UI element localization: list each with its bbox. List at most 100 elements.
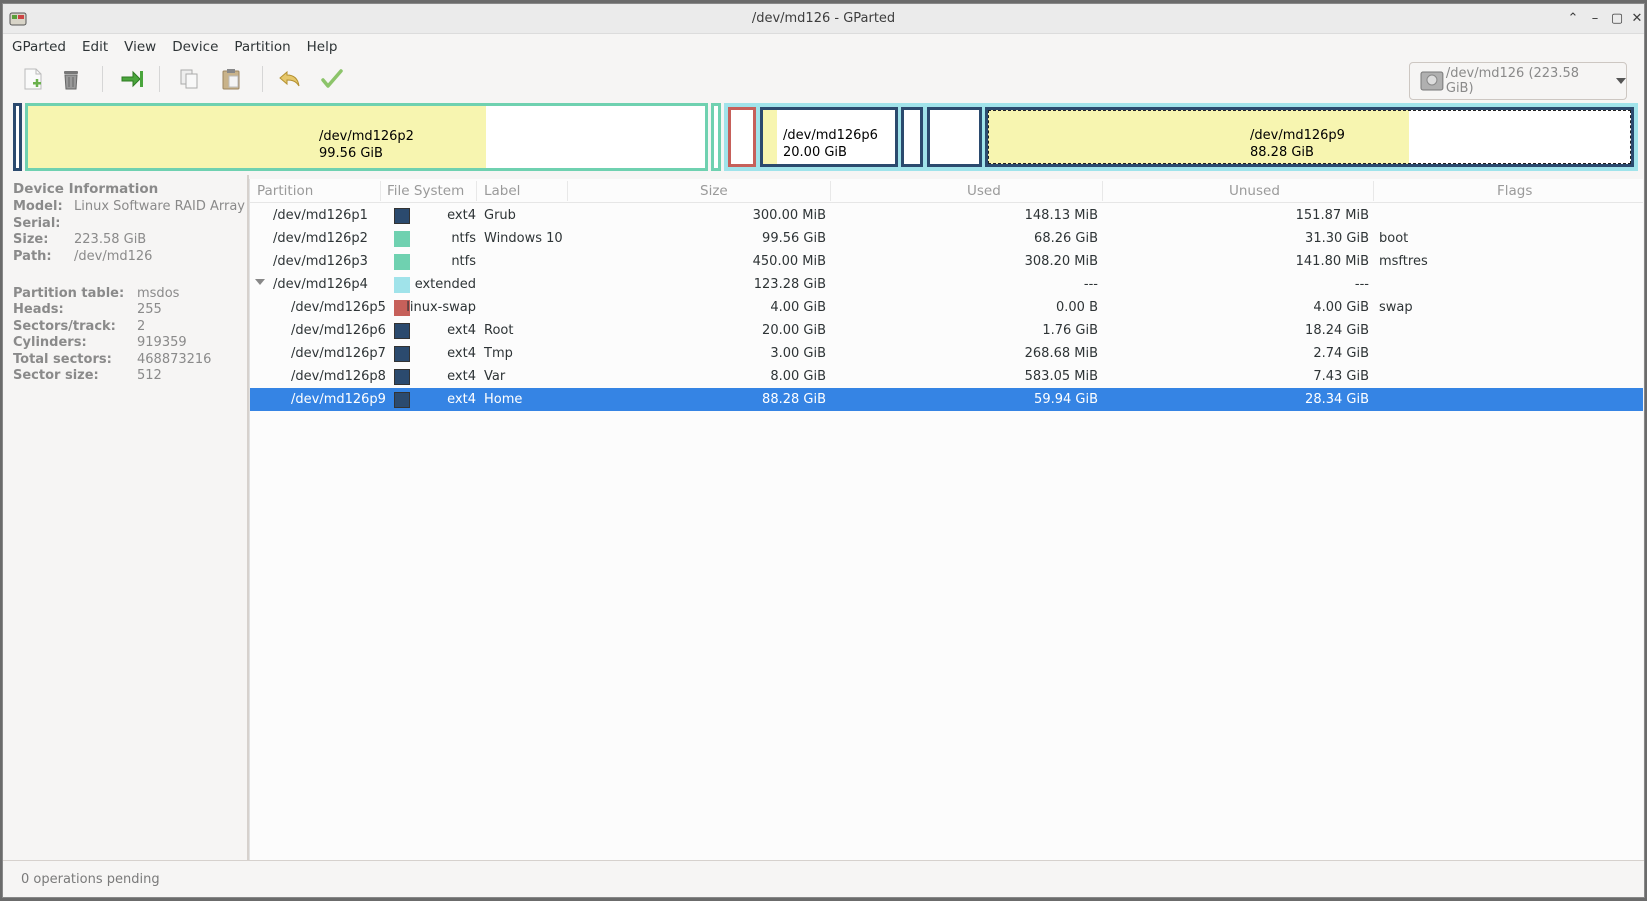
chevron-up-icon[interactable]: ⌃ <box>1564 10 1582 28</box>
resize-move-icon <box>121 70 143 88</box>
cell-size: 88.28 GiB <box>762 392 826 407</box>
sector-size-label: Sector size: <box>13 368 99 383</box>
cell-flags: boot <box>1379 231 1409 246</box>
undo-button[interactable] <box>274 64 306 94</box>
cell-size: 3.00 GiB <box>770 346 826 361</box>
cell-partition: /dev/md126p7 <box>291 346 386 361</box>
header-divider <box>476 181 477 201</box>
used-space-fill <box>28 106 486 168</box>
total-sectors-label: Total sectors: <box>13 352 112 367</box>
cell-partition: /dev/md126p1 <box>273 208 368 223</box>
header-size[interactable]: Size <box>700 183 728 199</box>
cell-file-system: ext4 <box>447 323 476 338</box>
partition-table: Partition File System Label Size Used Un… <box>249 179 1643 860</box>
cell-used: 308.20 MiB <box>1024 254 1098 269</box>
header-unused[interactable]: Unused <box>1229 183 1280 199</box>
cell-file-system: linux-swap <box>406 300 476 315</box>
delete-icon <box>64 71 78 90</box>
partition-table-label: Partition table: <box>13 286 125 301</box>
fs-color-swatch <box>394 231 410 247</box>
partition-map-p4-extended[interactable]: /dev/md126p6 20.00 GiB /dev/md126p9 88.2… <box>724 103 1638 171</box>
table-row[interactable]: /dev/md126p2 ntfs Windows 10 99.56 GiB 6… <box>250 227 1643 250</box>
table-row[interactable]: /dev/md126p1 ext4 Grub 300.00 MiB 148.13… <box>250 204 1643 227</box>
cell-label: Root <box>484 323 514 338</box>
table-row[interactable]: /dev/md126p7 ext4 Tmp 3.00 GiB 268.68 Mi… <box>250 342 1643 365</box>
table-row[interactable]: /dev/md126p5 linux-swap 4.00 GiB 0.00 B … <box>250 296 1643 319</box>
cylinders-label: Cylinders: <box>13 335 87 350</box>
header-divider <box>380 181 381 201</box>
cell-label: Tmp <box>484 346 513 361</box>
partition-map-p1[interactable] <box>13 103 22 171</box>
cell-partition: /dev/md126p8 <box>291 369 386 384</box>
partition-map-p5[interactable] <box>728 107 756 167</box>
table-row-selected[interactable]: /dev/md126p9 ext4 Home 88.28 GiB 59.94 G… <box>250 388 1643 411</box>
cell-file-system: ext4 <box>447 392 476 407</box>
header-flags[interactable]: Flags <box>1497 183 1532 199</box>
header-partition[interactable]: Partition <box>257 183 313 199</box>
partition-map-p2[interactable]: /dev/md126p2 99.56 GiB <box>25 103 708 171</box>
device-selector[interactable]: /dev/md126 (223.58 GiB) <box>1409 62 1627 100</box>
menu-edit[interactable]: Edit <box>77 39 113 55</box>
close-icon[interactable]: ✕ <box>1628 10 1644 28</box>
partition-map-p7[interactable] <box>901 107 923 167</box>
partition-map-p9[interactable]: /dev/md126p9 88.28 GiB <box>985 107 1634 167</box>
cell-size: 300.00 MiB <box>752 208 826 223</box>
cell-used: 68.26 GiB <box>1034 231 1098 246</box>
delete-partition-button[interactable] <box>55 64 87 94</box>
table-row[interactable]: /dev/md126p8 ext4 Var 8.00 GiB 583.05 Mi… <box>250 365 1643 388</box>
device-selector-label: /dev/md126 (223.58 GiB) <box>1445 66 1579 96</box>
partition-map-p8[interactable] <box>927 107 982 167</box>
title-bar: /dev/md126 - GParted ⌃ – ▢ ✕ <box>3 4 1644 34</box>
cell-label: Grub <box>484 208 516 223</box>
status-bar: 0 operations pending <box>3 860 1644 897</box>
paste-button[interactable] <box>215 64 247 94</box>
cylinders-value: 919359 <box>137 335 187 350</box>
minimize-icon[interactable]: – <box>1586 10 1604 28</box>
cell-partition: /dev/md126p5 <box>291 300 386 315</box>
menu-device[interactable]: Device <box>167 39 223 55</box>
resize-move-button[interactable] <box>116 64 148 94</box>
apply-button[interactable] <box>316 64 348 94</box>
cell-file-system: ext4 <box>447 346 476 361</box>
undo-icon <box>279 70 300 87</box>
cell-file-system: extended <box>414 277 476 292</box>
partition-map-p3[interactable] <box>711 103 721 171</box>
cell-used: 583.05 MiB <box>1024 369 1098 384</box>
status-text: 0 operations pending <box>21 872 160 887</box>
table-header: Partition File System Label Size Used Un… <box>250 179 1643 203</box>
copy-button[interactable] <box>173 64 205 94</box>
header-label[interactable]: Label <box>484 183 520 199</box>
maximize-icon[interactable]: ▢ <box>1608 10 1626 28</box>
cell-unused: 141.80 MiB <box>1295 254 1369 269</box>
header-file-system[interactable]: File System <box>387 183 464 199</box>
expander-arrow-icon[interactable] <box>255 279 265 285</box>
cell-used: 268.68 MiB <box>1024 346 1098 361</box>
partition-map-p6[interactable]: /dev/md126p6 20.00 GiB <box>760 107 898 167</box>
menu-partition[interactable]: Partition <box>229 39 295 55</box>
fs-color-swatch <box>394 392 410 408</box>
header-divider <box>830 181 831 201</box>
cell-partition: /dev/md126p4 <box>273 277 368 292</box>
cell-unused: --- <box>1354 277 1369 292</box>
partition-table-value: msdos <box>137 286 180 301</box>
total-sectors-value: 468873216 <box>137 352 212 367</box>
menu-view[interactable]: View <box>119 39 161 55</box>
cell-unused: 2.74 GiB <box>1313 346 1369 361</box>
header-used[interactable]: Used <box>967 183 1001 199</box>
sectors-track-value: 2 <box>137 319 146 334</box>
cell-label: Home <box>484 392 523 407</box>
toolbar-separator <box>159 66 160 92</box>
cell-size: 8.00 GiB <box>770 369 826 384</box>
table-row[interactable]: /dev/md126p6 ext4 Root 20.00 GiB 1.76 Gi… <box>250 319 1643 342</box>
menu-gparted[interactable]: GParted <box>7 39 71 55</box>
apply-icon <box>321 69 343 88</box>
header-divider <box>567 181 568 201</box>
new-partition-button[interactable] <box>17 64 49 94</box>
path-value: /dev/md126 <box>74 249 153 264</box>
table-row[interactable]: /dev/md126p3 ntfs 450.00 MiB 308.20 MiB … <box>250 250 1643 273</box>
cell-file-system: ext4 <box>447 208 476 223</box>
table-row[interactable]: /dev/md126p4 extended 123.28 GiB --- --- <box>250 273 1643 296</box>
cell-unused: 151.87 MiB <box>1295 208 1369 223</box>
menu-help[interactable]: Help <box>302 39 343 55</box>
cell-size: 4.00 GiB <box>770 300 826 315</box>
